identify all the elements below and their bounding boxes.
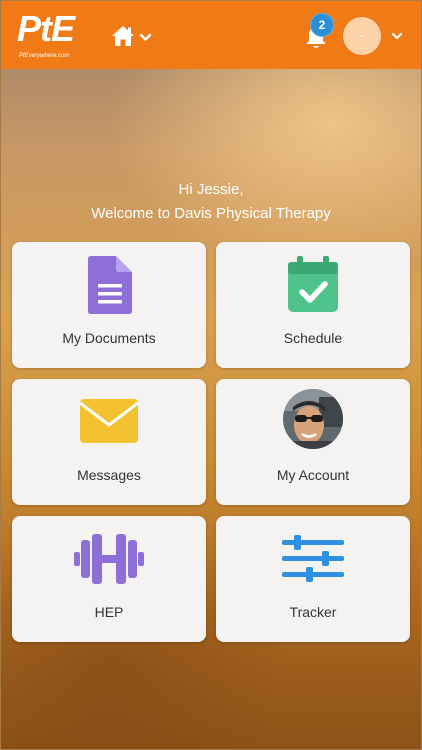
tile-label: My Documents xyxy=(62,330,156,346)
notifications-badge: 2 xyxy=(310,13,334,37)
home-icon xyxy=(112,26,152,46)
logo-text: PtE xyxy=(17,8,75,49)
greeting-line-1: Hi Jessie, xyxy=(178,181,244,198)
home-menu-button[interactable] xyxy=(111,25,155,49)
logo-subtext: PtEverywhere.com xyxy=(19,53,70,59)
logo[interactable]: PtE PtEverywhere.com xyxy=(17,9,77,65)
tile-schedule[interactable]: Schedule xyxy=(216,242,410,368)
tile-label: Schedule xyxy=(283,330,343,346)
tile-messages[interactable]: Messages xyxy=(12,379,206,505)
dumbbell-icon xyxy=(74,534,144,584)
tile-label: Tracker xyxy=(289,604,337,620)
greeting-line-2: Welcome to Davis Physical Therapy xyxy=(91,205,331,222)
tile-label: Messages xyxy=(77,467,141,483)
tile-my-account[interactable]: My Account xyxy=(216,379,410,505)
calendar-check-icon xyxy=(288,256,338,312)
avatar[interactable]: - xyxy=(343,17,381,55)
profile-photo xyxy=(283,389,343,449)
tile-my-documents[interactable]: My Documents xyxy=(12,242,206,368)
chevron-down-icon[interactable] xyxy=(391,32,403,40)
sliders-icon xyxy=(282,535,344,582)
top-bar: PtE PtEverywhere.com 2 - xyxy=(1,1,421,69)
document-icon xyxy=(88,256,132,314)
greeting: Hi Jessie, Welcome to Davis Physical The… xyxy=(1,178,421,226)
app-frame: PtE PtEverywhere.com 2 - Hi Jessie, Welc… xyxy=(0,0,422,750)
tile-hep[interactable]: HEP xyxy=(12,516,206,642)
tile-tracker[interactable]: Tracker xyxy=(216,516,410,642)
tile-label: My Account xyxy=(276,467,350,483)
envelope-icon xyxy=(80,399,138,443)
tile-label: HEP xyxy=(94,604,124,620)
